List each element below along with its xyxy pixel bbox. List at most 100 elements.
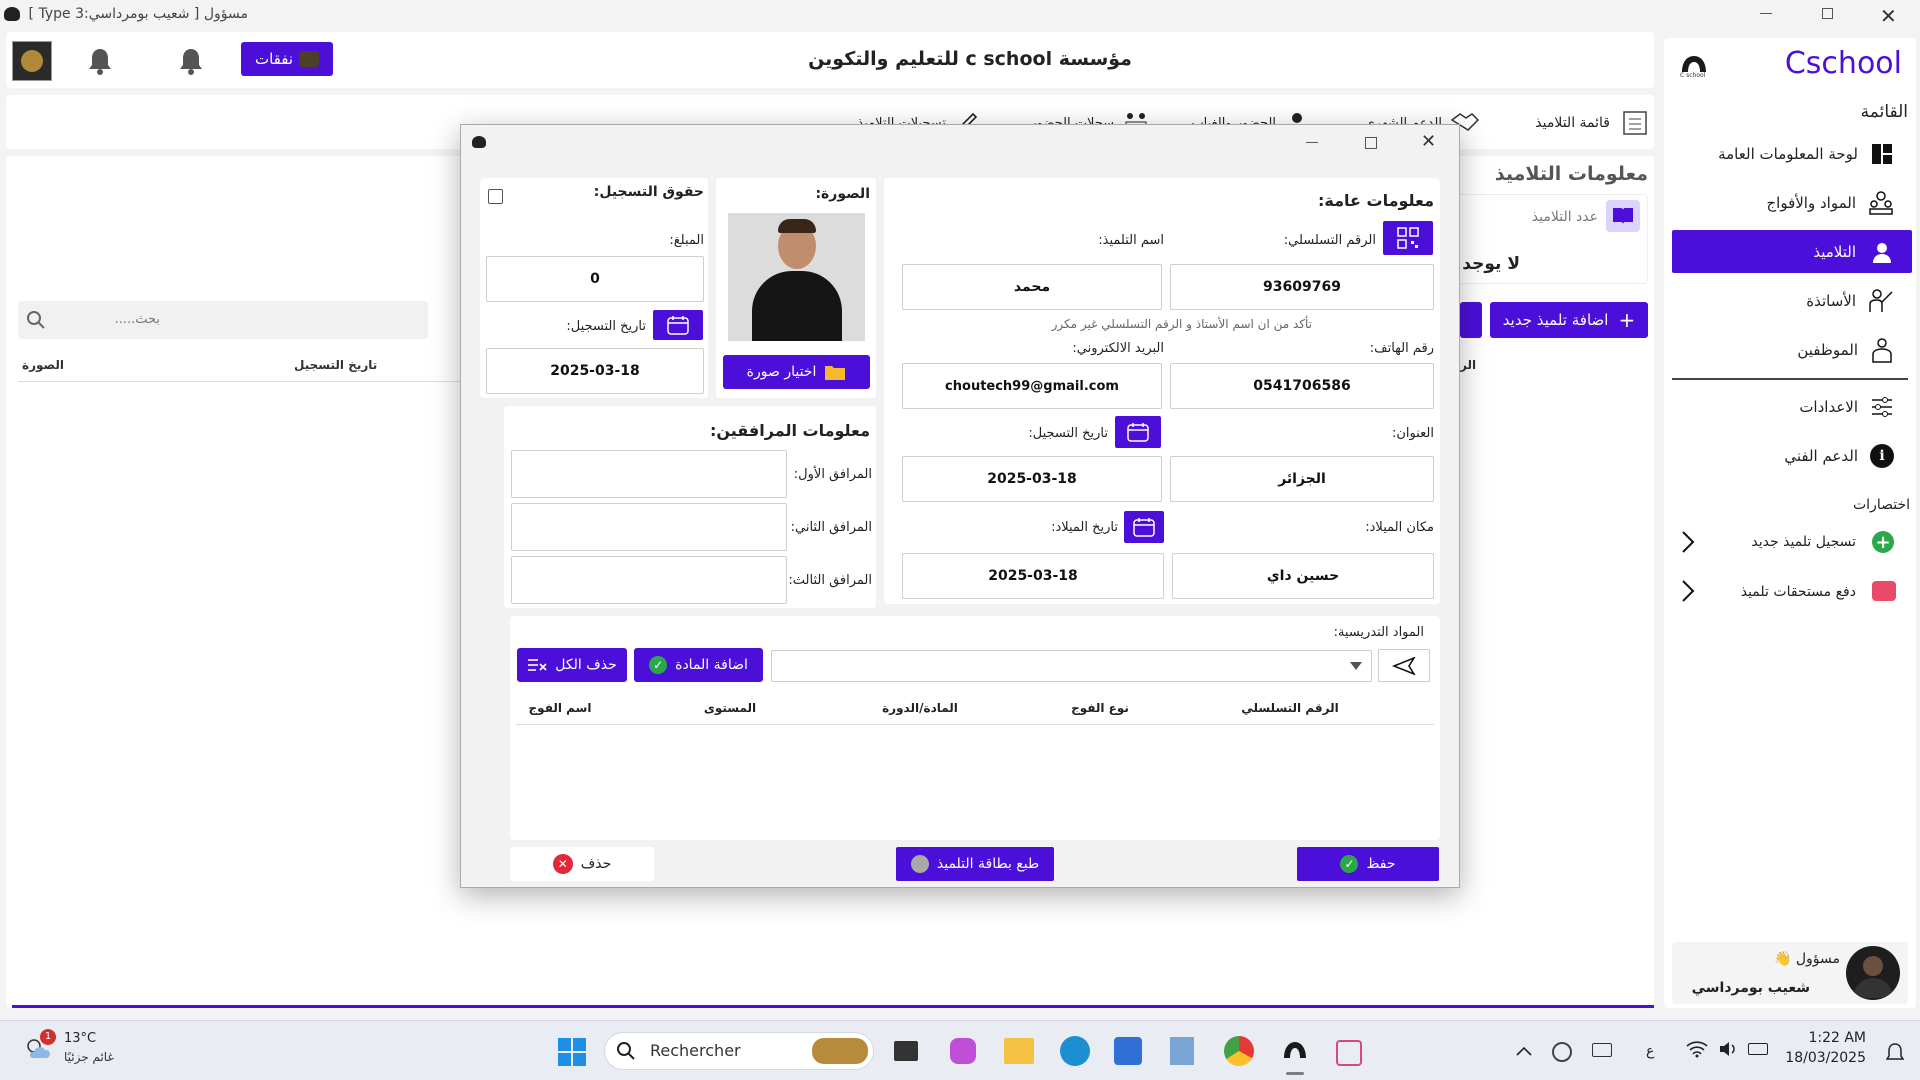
general-info-title: معلومات عامة: <box>1317 191 1434 210</box>
task-view-icon[interactable] <box>894 1041 918 1061</box>
avatar[interactable] <box>1846 946 1900 1000</box>
sidebar-item-label: الموظفين <box>1797 340 1858 359</box>
companion-third-label: المرافق الثالث: <box>788 573 872 588</box>
secondary-button[interactable] <box>1460 302 1482 338</box>
student-name-field[interactable]: محمد <box>902 264 1162 310</box>
dialog-minimize-button[interactable] <box>1306 142 1318 143</box>
store-icon[interactable] <box>1114 1037 1142 1065</box>
language-indicator[interactable]: ع <box>1646 1043 1654 1059</box>
reg-date-calendar-button[interactable] <box>1115 416 1161 448</box>
search-input[interactable]: بحث..... <box>60 312 160 327</box>
chevron-up-icon[interactable] <box>1516 1046 1532 1056</box>
column-header: المادة/الدورة <box>882 701 958 715</box>
students-page-title: معلومات التلاميذ <box>1494 163 1648 185</box>
clock-date[interactable]: 18/03/2025 <box>1780 1050 1866 1066</box>
add-student-button[interactable]: اضافة تلميذ جديد + <box>1490 302 1648 338</box>
column-header: الر <box>1460 358 1477 372</box>
chrome-icon[interactable] <box>1224 1036 1254 1066</box>
security-icon[interactable] <box>1552 1042 1572 1062</box>
sidebar-item-teachers[interactable]: الأساتذة <box>1672 279 1912 322</box>
send-icon <box>1392 656 1416 675</box>
notifications-icon[interactable] <box>1886 1043 1904 1063</box>
wifi-icon[interactable] <box>1686 1040 1708 1058</box>
delete-label: حذف <box>580 856 612 872</box>
companion-second-label: المرافق الثاني: <box>790 520 872 535</box>
address-field[interactable]: الجزائر <box>1170 456 1434 502</box>
send-button[interactable] <box>1378 649 1430 682</box>
list-icon <box>1623 111 1647 135</box>
volume-icon[interactable] <box>1718 1040 1738 1058</box>
student-photo <box>728 213 865 341</box>
page-bottom-line <box>12 1005 1654 1008</box>
app-icon <box>4 7 20 21</box>
battery-icon[interactable] <box>1748 1043 1768 1055</box>
chevron-right-icon <box>1680 579 1696 603</box>
sidebar-item-groups[interactable]: المواد والأفواج <box>1672 181 1912 224</box>
clear-list-icon <box>528 659 547 671</box>
reg-date-field[interactable]: 2025-03-18 <box>902 456 1162 502</box>
copilot-icon[interactable] <box>950 1038 976 1064</box>
dialog-close-button[interactable]: ✕ <box>1421 131 1436 152</box>
birthplace-field[interactable]: حسين داي <box>1172 553 1434 599</box>
snipping-tool-icon[interactable] <box>1336 1040 1362 1066</box>
library-icon[interactable] <box>1170 1037 1194 1065</box>
restore-button[interactable] <box>1822 8 1833 19</box>
cschool-app-icon[interactable] <box>1280 1038 1310 1064</box>
save-button[interactable]: حفظ ✓ <box>1297 847 1439 881</box>
delete-all-button[interactable]: حذف الكل <box>517 648 627 682</box>
chevron-right-icon <box>1680 530 1696 554</box>
minimize-button[interactable] <box>1760 13 1772 14</box>
sidebar-item-label: المواد والأفواج <box>1766 193 1856 212</box>
sidebar-item-settings[interactable]: الاعدادات <box>1672 385 1912 428</box>
sidebar-logo-caption: C school <box>1680 72 1706 79</box>
add-subject-button[interactable]: اضافة المادة ✓ <box>634 648 763 682</box>
keyboard-icon[interactable] <box>1592 1043 1612 1057</box>
dialog-maximize-button[interactable] <box>1365 137 1377 149</box>
companion-first-field[interactable] <box>511 450 787 498</box>
active-app-indicator <box>1286 1072 1304 1075</box>
companion-second-field[interactable] <box>511 503 787 551</box>
sidebar-item-label: الأساتذة <box>1806 291 1856 310</box>
sliders-icon <box>1872 396 1892 417</box>
book-icon <box>1606 200 1640 232</box>
qr-button[interactable] <box>1383 221 1433 255</box>
taskbar-search-input[interactable]: Rechercher <box>650 1041 741 1060</box>
phone-field[interactable]: 0541706586 <box>1170 363 1434 409</box>
sidebar-item-employees[interactable]: الموظفين <box>1672 328 1912 371</box>
fees-date-field[interactable]: 2025-03-18 <box>486 348 704 394</box>
choose-photo-button[interactable]: اختيار صورة <box>723 355 870 389</box>
plus-icon: + <box>1618 308 1636 332</box>
tab-students-list[interactable]: قائمة التلاميذ <box>1500 108 1650 138</box>
bell-icon[interactable] <box>86 46 114 76</box>
email-field[interactable]: choutech99@gmail.com <box>902 363 1162 409</box>
edge-icon[interactable] <box>1060 1036 1090 1066</box>
amount-field[interactable]: 0 <box>486 256 704 302</box>
tab-label: قائمة التلاميذ <box>1535 115 1610 131</box>
sidebar-item-dashboard[interactable]: لوحة المعلومات العامة <box>1672 132 1912 175</box>
serial-field[interactable]: 93609769 <box>1170 264 1434 310</box>
companion-third-field[interactable] <box>511 556 787 604</box>
birthdate-label: تاريخ الميلاد: <box>1051 520 1118 535</box>
school-logo <box>12 41 52 81</box>
dashboard-icon <box>1872 143 1892 164</box>
expenses-button[interactable]: نفقات <box>241 42 333 76</box>
birthdate-field[interactable]: 2025-03-18 <box>902 553 1164 599</box>
clock-time[interactable]: 1:22 AM <box>1780 1030 1866 1046</box>
shortcut-label: تسجيل تلميذ جديد <box>1751 534 1856 550</box>
info-icon: i <box>1870 443 1894 468</box>
delete-button[interactable]: حذف ✕ <box>510 847 654 881</box>
subject-select[interactable] <box>771 650 1372 682</box>
fees-checkbox[interactable] <box>488 189 503 204</box>
serial-label: الرقم التسلسلي: <box>1283 233 1376 248</box>
file-explorer-icon[interactable] <box>1004 1038 1034 1064</box>
birthdate-calendar-button[interactable] <box>1124 511 1164 543</box>
start-button[interactable] <box>557 1037 587 1067</box>
sidebar-item-students[interactable]: التلاميذ <box>1672 230 1912 273</box>
fees-date-calendar-button[interactable] <box>653 310 703 340</box>
print-card-button[interactable]: طبع بطاقة التلميذ <box>896 847 1054 881</box>
close-button[interactable]: ✕ <box>1880 4 1897 28</box>
bell-icon[interactable] <box>177 46 205 76</box>
sidebar-item-support[interactable]: الدعم الفني i <box>1672 434 1912 477</box>
sidebar-item-label: الاعدادات <box>1799 397 1858 416</box>
sidebar-item-label: لوحة المعلومات العامة <box>1718 144 1858 163</box>
